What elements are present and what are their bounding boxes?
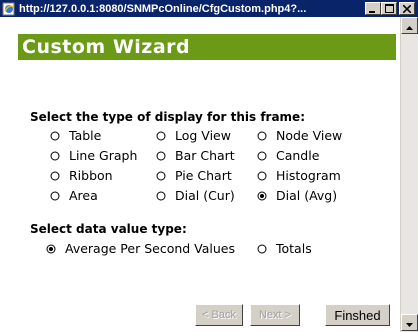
option-label: Pie Chart <box>175 168 232 183</box>
arrow-up-icon <box>406 19 413 33</box>
option-label: Node View <box>276 128 343 143</box>
finish-button[interactable]: Finshed <box>325 304 390 326</box>
option-label: Log View <box>175 128 231 143</box>
radio-button-icon <box>156 131 166 141</box>
option-label: Average Per Second Values <box>65 241 236 256</box>
radio-display-dial-avg[interactable]: Dial (Avg) <box>257 188 337 203</box>
radio-button-icon <box>257 244 267 254</box>
value-type-label: Select data value type: <box>30 222 187 236</box>
wizard-header: Custom Wizard <box>18 34 396 60</box>
option-label: Totals <box>276 241 312 256</box>
radio-display-log-view[interactable]: Log View <box>156 128 231 143</box>
minimize-icon <box>369 2 377 16</box>
radio-value-average-per-second[interactable]: Average Per Second Values <box>46 241 235 256</box>
radio-display-candle[interactable]: Candle <box>257 148 319 163</box>
option-label: Histogram <box>276 168 341 183</box>
option-label: Dial (Cur) <box>175 188 235 203</box>
close-icon <box>402 2 412 16</box>
radio-display-table[interactable]: Table <box>50 128 101 143</box>
option-label: Line Graph <box>69 148 138 163</box>
radio-display-pie-chart[interactable]: Pie Chart <box>156 168 232 183</box>
maximize-icon <box>384 2 394 16</box>
option-label: Bar Chart <box>175 148 235 163</box>
scroll-down-button[interactable] <box>401 314 418 331</box>
radio-display-ribbon[interactable]: Ribbon <box>50 168 113 183</box>
option-label: Table <box>69 128 102 143</box>
title-bar[interactable]: http://127.0.0.1:8080/SNMPcOnline/CfgCus… <box>0 0 418 17</box>
option-label: Ribbon <box>69 168 113 183</box>
window-title: http://127.0.0.1:8080/SNMPcOnline/CfgCus… <box>19 2 307 15</box>
radio-display-line-graph[interactable]: Line Graph <box>50 148 137 163</box>
vertical-scrollbar[interactable] <box>400 17 418 332</box>
radio-display-histogram[interactable]: Histogram <box>257 168 341 183</box>
close-button[interactable] <box>399 2 415 15</box>
ie-page-icon <box>2 2 16 16</box>
radio-button-icon <box>156 151 166 161</box>
option-label: Candle <box>276 148 320 163</box>
radio-display-dial-cur[interactable]: Dial (Cur) <box>156 188 235 203</box>
radio-display-area[interactable]: Area <box>50 188 98 203</box>
arrow-down-icon <box>406 316 413 330</box>
maximize-button[interactable] <box>381 2 397 15</box>
next-button[interactable]: Next > <box>250 304 300 326</box>
option-label: Area <box>69 188 98 203</box>
radio-button-icon <box>257 131 267 141</box>
display-type-label: Select the type of display for this fram… <box>30 110 305 124</box>
back-button[interactable]: < Back <box>195 304 243 326</box>
radio-button-selected-icon <box>46 244 56 254</box>
radio-button-icon <box>156 171 166 181</box>
radio-display-node-view[interactable]: Node View <box>257 128 342 143</box>
radio-display-bar-chart[interactable]: Bar Chart <box>156 148 235 163</box>
radio-button-icon <box>50 131 60 141</box>
radio-button-icon <box>257 171 267 181</box>
radio-button-icon <box>257 151 267 161</box>
radio-button-icon <box>50 171 60 181</box>
radio-button-icon <box>50 151 60 161</box>
radio-button-icon <box>156 191 166 201</box>
radio-value-totals[interactable]: Totals <box>257 241 312 256</box>
radio-button-icon <box>50 191 60 201</box>
browser-popup-window: http://127.0.0.1:8080/SNMPcOnline/CfgCus… <box>0 0 418 332</box>
scroll-up-button[interactable] <box>401 17 418 34</box>
minimize-button[interactable] <box>365 2 381 15</box>
radio-button-selected-icon <box>257 191 267 201</box>
option-label: Dial (Avg) <box>276 188 338 203</box>
